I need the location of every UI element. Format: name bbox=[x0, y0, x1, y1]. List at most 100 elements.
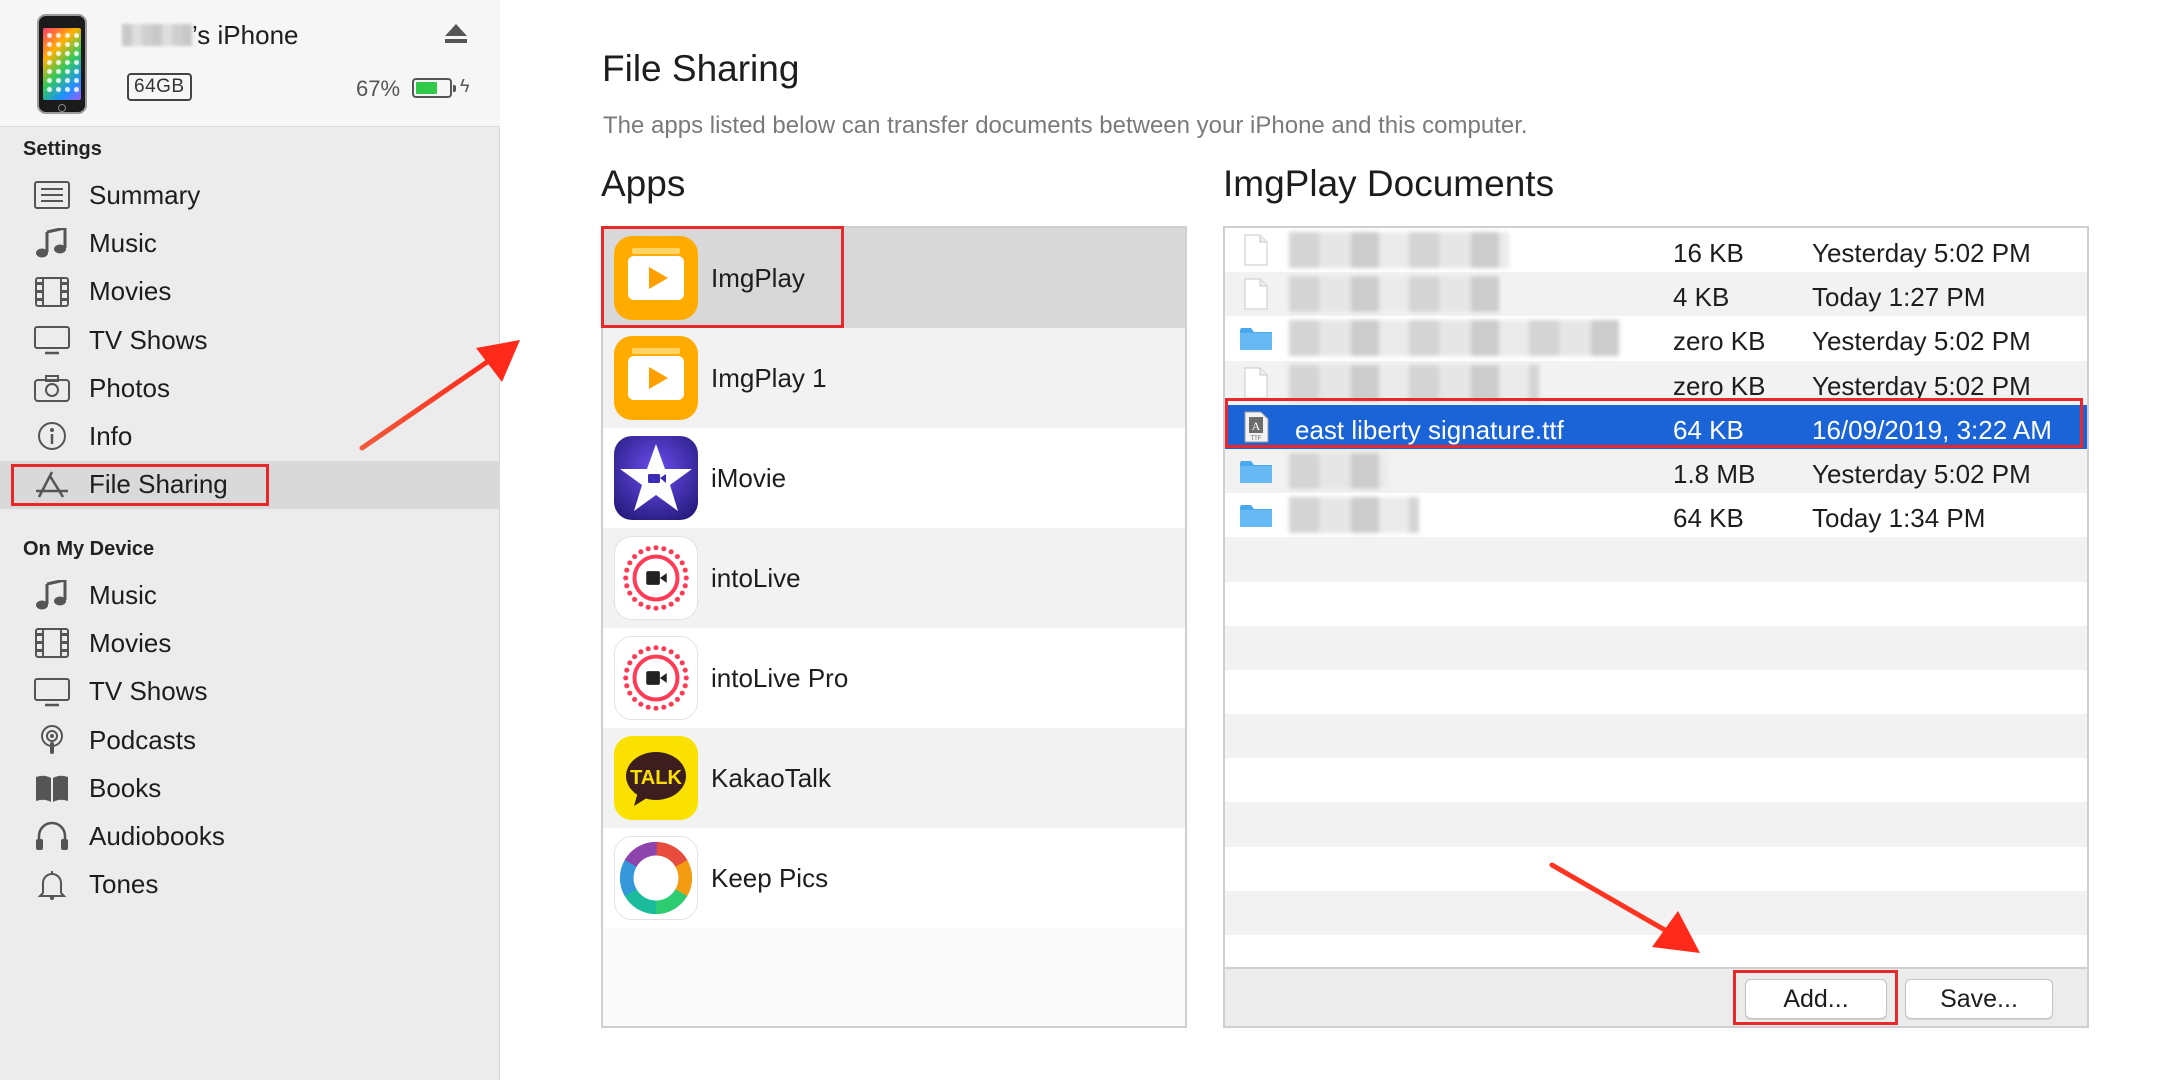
nav-item-label: Summary bbox=[89, 179, 201, 210]
book-icon bbox=[33, 773, 71, 803]
document-row[interactable]: 16 KB Yesterday 5:02 PM bbox=[1225, 228, 2087, 273]
document-row[interactable]: 4 KB Today 1:27 PM bbox=[1225, 272, 2087, 317]
document-date: Yesterday 5:02 PM bbox=[1812, 326, 2031, 357]
blurred-document-name bbox=[1289, 364, 1539, 401]
document-row[interactable]: 1.8 MB Yesterday 5:02 PM bbox=[1225, 448, 2087, 494]
eject-icon[interactable] bbox=[445, 24, 467, 46]
app-row-kakaotalk[interactable]: TALK KakaoTalk bbox=[603, 728, 1185, 828]
empty-row bbox=[1225, 581, 2087, 626]
app-name: ImgPlay 1 bbox=[711, 362, 827, 393]
document-row[interactable]: zero KB Yesterday 5:02 PM bbox=[1225, 360, 2087, 405]
blurred-document-name bbox=[1289, 452, 1389, 489]
document-size: zero KB bbox=[1673, 370, 1766, 401]
nav-item-label: Movies bbox=[89, 627, 172, 658]
document-date: Yesterday 5:02 PM bbox=[1812, 458, 2031, 489]
sidebar-device-item-books[interactable]: Books bbox=[0, 764, 500, 812]
imgplay-icon bbox=[614, 336, 698, 420]
nav-item-label: Tones bbox=[89, 869, 159, 900]
nav-item-label: Books bbox=[89, 772, 162, 803]
battery-percent: 67% bbox=[356, 76, 401, 101]
on-my-device-section-title: On My Device bbox=[23, 538, 155, 560]
document-size: 64 KB bbox=[1673, 414, 1744, 445]
music-note-icon bbox=[33, 226, 71, 258]
camera-icon bbox=[33, 373, 71, 403]
info-icon bbox=[33, 421, 71, 451]
app-row-imovie[interactable]: iMovie bbox=[603, 428, 1185, 528]
device-name[interactable]: ’s iPhone bbox=[122, 20, 299, 51]
podcast-icon bbox=[33, 724, 71, 755]
nav-item-label: TV Shows bbox=[89, 676, 208, 707]
sidebar-device-item-audiobooks[interactable]: Audiobooks bbox=[0, 812, 500, 860]
nav-item-label: Music bbox=[89, 227, 157, 258]
document-date: Yesterday 5:02 PM bbox=[1812, 370, 2031, 401]
blurred-owner-name bbox=[122, 24, 192, 46]
settings-nav: Summary Music Movies TV Shows Photos Info File… bbox=[0, 171, 500, 510]
document-size: zero KB bbox=[1673, 326, 1766, 357]
svg-text:A: A bbox=[1252, 419, 1261, 433]
sidebar-item-movies[interactable]: Movies bbox=[0, 268, 500, 316]
folder-icon bbox=[1239, 499, 1273, 531]
sidebar-device-item-tv-shows[interactable]: TV Shows bbox=[0, 668, 500, 716]
file-icon bbox=[1239, 367, 1273, 399]
sidebar-device-item-tones[interactable]: Tones bbox=[0, 861, 500, 909]
sidebar-item-tv-shows[interactable]: TV Shows bbox=[0, 316, 500, 364]
empty-row bbox=[1225, 802, 2087, 847]
app-store-icon bbox=[33, 470, 71, 500]
app-name: iMovie bbox=[711, 462, 787, 493]
document-row[interactable]: zero KB Yesterday 5:02 PM bbox=[1225, 316, 2087, 361]
document-date: Yesterday 5:02 PM bbox=[1812, 238, 2031, 268]
imgplay-icon bbox=[614, 236, 698, 320]
nav-item-label: Music bbox=[89, 579, 157, 610]
file-icon bbox=[1239, 234, 1273, 266]
document-row[interactable]: A TTF east liberty signature.ttf 64 KB 16/09… bbox=[1225, 404, 2087, 449]
imovie-icon bbox=[614, 436, 698, 520]
intolive-icon bbox=[614, 536, 698, 620]
app-row-intolive-pro[interactable]: intoLive Pro bbox=[603, 628, 1185, 728]
svg-text:TTF: TTF bbox=[1251, 436, 1262, 442]
empty-row bbox=[1225, 669, 2087, 715]
document-row[interactable]: 64 KB Today 1:34 PM bbox=[1225, 493, 2087, 538]
add-button[interactable]: Add... bbox=[1745, 979, 1887, 1019]
app-row-imgplay-1[interactable]: ImgPlay 1 bbox=[603, 328, 1185, 428]
blurred-document-name bbox=[1289, 276, 1499, 313]
kakaotalk-icon: TALK bbox=[614, 736, 698, 820]
empty-row bbox=[1225, 714, 2087, 759]
sidebar-item-music[interactable]: Music bbox=[0, 219, 500, 267]
app-row-imgplay[interactable]: ImgPlay bbox=[603, 228, 1185, 328]
tv-icon bbox=[33, 677, 71, 707]
music-note-icon bbox=[33, 578, 71, 610]
keeppics-icon bbox=[614, 836, 698, 920]
app-name: intoLive Pro bbox=[711, 662, 849, 693]
app-row-keep-pics[interactable]: Keep Pics bbox=[603, 828, 1185, 928]
blurred-document-name bbox=[1289, 232, 1509, 268]
file-icon bbox=[1239, 278, 1273, 310]
sidebar-item-info[interactable]: Info bbox=[0, 412, 500, 460]
sidebar-device-item-movies[interactable]: Movies bbox=[0, 619, 500, 667]
document-name: east liberty signature.ttf bbox=[1295, 414, 1564, 445]
headphones-icon bbox=[33, 821, 71, 851]
document-size: 1.8 MB bbox=[1673, 458, 1756, 489]
charging-bolt-icon: ϟ bbox=[460, 76, 470, 96]
document-size: 64 KB bbox=[1673, 503, 1744, 534]
apps-title: Apps bbox=[601, 163, 686, 204]
app-name: KakaoTalk bbox=[711, 762, 831, 793]
documents-footer: Add... Save... bbox=[1225, 967, 2087, 1026]
documents-panel: 16 KB Yesterday 5:02 PM 4 KB Today 1:27 PM z… bbox=[1223, 226, 2089, 1028]
bell-icon bbox=[33, 870, 71, 900]
nav-item-label: TV Shows bbox=[89, 324, 208, 355]
sidebar-item-photos[interactable]: Photos bbox=[0, 364, 500, 412]
app-name: intoLive bbox=[711, 562, 801, 593]
empty-row bbox=[1225, 846, 2087, 891]
app-row-intolive[interactable]: intoLive bbox=[603, 528, 1185, 628]
sidebar-item-file-sharing[interactable]: File Sharing bbox=[0, 460, 500, 510]
save-button[interactable]: Save... bbox=[1905, 979, 2053, 1019]
device-nav: Music Movies TV Shows Podcasts Books Audioboo… bbox=[0, 571, 500, 909]
battery-icon bbox=[412, 78, 456, 98]
sidebar-item-summary[interactable]: Summary bbox=[0, 171, 500, 219]
sidebar-device-item-podcasts[interactable]: Podcasts bbox=[0, 716, 500, 764]
sidebar-device-item-music[interactable]: Music bbox=[0, 571, 500, 619]
document-size: 16 KB bbox=[1673, 238, 1744, 268]
nav-item-label: Info bbox=[89, 421, 133, 452]
nav-item-label: Photos bbox=[89, 372, 170, 403]
empty-row bbox=[1225, 537, 2087, 582]
